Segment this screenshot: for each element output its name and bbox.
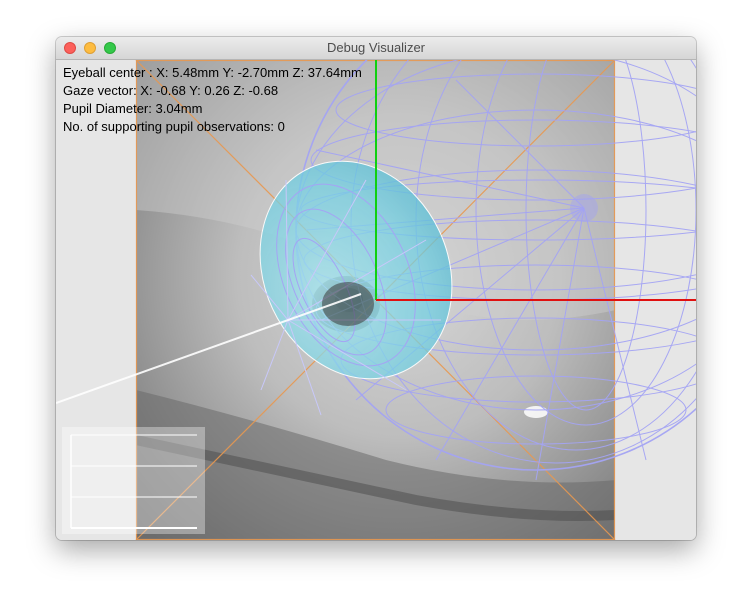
title-bar[interactable]: Debug Visualizer bbox=[56, 37, 696, 60]
info-overlay: Eyeball center : X: 5.48mm Y: -2.70mm Z:… bbox=[63, 64, 362, 136]
pupil-diameter-text: Pupil Diameter: 3.04mm bbox=[63, 101, 203, 116]
supporting-observations-text: No. of supporting pupil observations: 0 bbox=[63, 119, 285, 134]
debug-visualizer-window: Debug Visualizer Eyeball center: X: 5.4… bbox=[56, 37, 696, 540]
eyeball-center-text: Eyeball center : X: 5.48mm Y: -2.70mm Z:… bbox=[63, 65, 362, 80]
confidence-graph bbox=[62, 427, 205, 534]
3d-viewport[interactable]: Eyeball center : X: 5.48mm Y: -2.70mm Z:… bbox=[56, 60, 696, 540]
gaze-vector-text: Gaze vector: X: -0.68 Y: 0.26 Z: -0.68 bbox=[63, 83, 279, 98]
window-title: Debug Visualizer bbox=[326, 40, 426, 55]
